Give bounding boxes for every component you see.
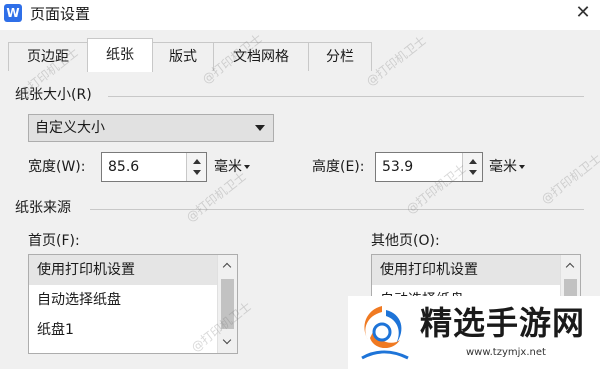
spin-up-icon[interactable]	[469, 159, 477, 164]
site-watermark-badge: 精选手游网 www.tzymjx.net	[348, 296, 600, 369]
scroll-down-icon[interactable]	[222, 335, 232, 345]
height-input[interactable]: 53.9	[375, 152, 483, 182]
paper-size-selected: 自定义大小	[35, 120, 105, 136]
first-page-listbox[interactable]: 使用打印机设置 自动选择纸盘 纸盘1	[28, 254, 238, 354]
tab-paper[interactable]: 纸张	[87, 38, 153, 72]
height-spinner[interactable]	[462, 153, 482, 181]
tab-margins[interactable]: 页边距	[8, 42, 88, 72]
site-url: www.tzymjx.net	[466, 347, 546, 358]
width-unit-dropdown[interactable]: 毫米	[214, 158, 250, 176]
tab-columns[interactable]: 分栏	[308, 42, 372, 72]
spin-down-icon[interactable]	[469, 170, 477, 175]
tab-layout[interactable]: 版式	[152, 42, 214, 72]
list-item[interactable]: 使用打印机设置	[29, 255, 218, 285]
list-item[interactable]: 自动选择纸盘	[29, 285, 218, 315]
width-unit-label: 毫米	[214, 159, 242, 175]
paper-size-select[interactable]: 自定义大小	[28, 114, 274, 142]
title-bar: W 页面设置 ✕	[0, 0, 600, 30]
site-name: 精选手游网	[420, 304, 586, 342]
scroll-up-icon[interactable]	[222, 262, 232, 272]
chevron-down-icon	[255, 125, 265, 131]
first-page-label: 首页(F):	[28, 233, 80, 249]
close-button[interactable]: ✕	[573, 3, 593, 23]
other-pages-label: 其他页(O):	[371, 233, 440, 249]
site-logo-icon	[361, 306, 409, 360]
wps-writer-icon: W	[4, 4, 22, 22]
scroll-thumb[interactable]	[221, 279, 234, 329]
width-input[interactable]: 85.6	[101, 152, 207, 182]
list-item[interactable]: 使用打印机设置	[372, 255, 561, 285]
dialog-title: 页面设置	[30, 5, 91, 23]
list-item[interactable]: 纸盘1	[29, 315, 218, 345]
caret-down-icon	[519, 165, 525, 169]
paper-source-section-label: 纸张来源	[15, 199, 75, 217]
height-unit-label: 毫米	[489, 159, 517, 175]
scroll-up-icon[interactable]	[565, 262, 575, 272]
spin-up-icon[interactable]	[193, 159, 201, 164]
spin-down-icon[interactable]	[193, 170, 201, 175]
height-value: 53.9	[382, 159, 414, 175]
height-label: 高度(E):	[312, 159, 365, 175]
width-label: 宽度(W):	[28, 159, 86, 175]
tab-document-grid[interactable]: 文档网格	[213, 42, 309, 72]
section-rule	[90, 209, 584, 210]
first-page-scrollbar[interactable]	[217, 255, 237, 353]
width-spinner[interactable]	[186, 153, 206, 181]
caret-down-icon	[244, 165, 250, 169]
height-unit-dropdown[interactable]: 毫米	[489, 158, 525, 176]
paper-size-section-label: 纸张大小(R)	[15, 86, 96, 104]
width-value: 85.6	[108, 159, 140, 175]
section-rule	[108, 96, 584, 97]
